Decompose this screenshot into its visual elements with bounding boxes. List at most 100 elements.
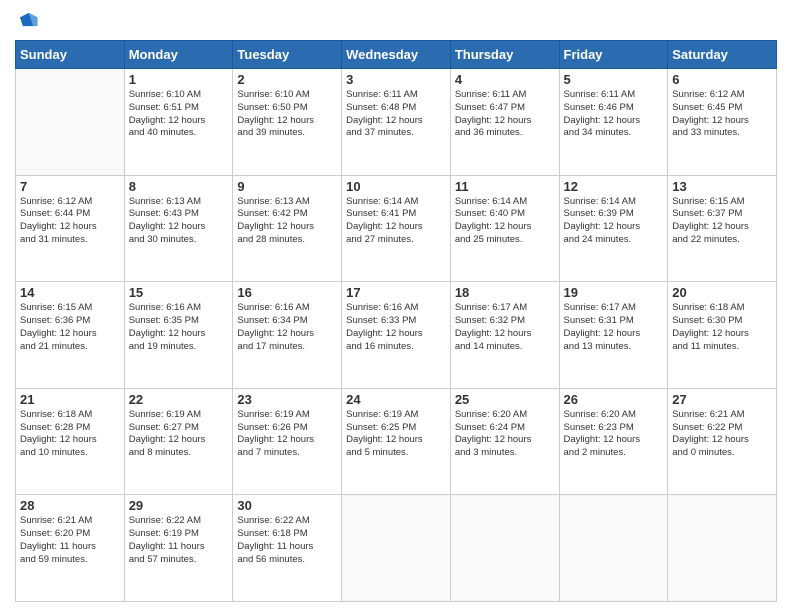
day-info: Sunrise: 6:15 AM Sunset: 6:36 PM Dayligh… <box>20 302 120 353</box>
calendar-cell: 16 Sunrise: 6:16 AM Sunset: 6:34 PM Dayli… <box>233 282 342 389</box>
day-number: 29 <box>129 498 229 513</box>
day-info: Sunrise: 6:19 AM Sunset: 6:25 PM Dayligh… <box>346 409 446 460</box>
calendar-cell: 5 Sunrise: 6:11 AM Sunset: 6:46 PM Daylig… <box>559 69 668 176</box>
calendar-cell: 29 Sunrise: 6:22 AM Sunset: 6:19 PM Dayli… <box>124 495 233 602</box>
day-info: Sunrise: 6:11 AM Sunset: 6:46 PM Dayligh… <box>564 89 664 140</box>
calendar-cell: 18 Sunrise: 6:17 AM Sunset: 6:32 PM Dayli… <box>450 282 559 389</box>
day-info: Sunrise: 6:10 AM Sunset: 6:50 PM Dayligh… <box>237 89 337 140</box>
day-info: Sunrise: 6:19 AM Sunset: 6:27 PM Dayligh… <box>129 409 229 460</box>
day-number: 15 <box>129 285 229 300</box>
day-info: Sunrise: 6:19 AM Sunset: 6:26 PM Dayligh… <box>237 409 337 460</box>
calendar-cell: 3 Sunrise: 6:11 AM Sunset: 6:48 PM Daylig… <box>342 69 451 176</box>
day-info: Sunrise: 6:17 AM Sunset: 6:32 PM Dayligh… <box>455 302 555 353</box>
day-number: 24 <box>346 392 446 407</box>
calendar: SundayMondayTuesdayWednesdayThursdayFrid… <box>15 40 777 602</box>
calendar-cell: 1 Sunrise: 6:10 AM Sunset: 6:51 PM Daylig… <box>124 69 233 176</box>
calendar-cell <box>450 495 559 602</box>
day-info: Sunrise: 6:22 AM Sunset: 6:19 PM Dayligh… <box>129 515 229 566</box>
calendar-cell: 13 Sunrise: 6:15 AM Sunset: 6:37 PM Dayli… <box>668 175 777 282</box>
calendar-cell: 20 Sunrise: 6:18 AM Sunset: 6:30 PM Dayli… <box>668 282 777 389</box>
day-number: 9 <box>237 179 337 194</box>
day-number: 7 <box>20 179 120 194</box>
calendar-cell: 28 Sunrise: 6:21 AM Sunset: 6:20 PM Dayli… <box>16 495 125 602</box>
day-info: Sunrise: 6:14 AM Sunset: 6:40 PM Dayligh… <box>455 196 555 247</box>
calendar-cell: 22 Sunrise: 6:19 AM Sunset: 6:27 PM Dayli… <box>124 388 233 495</box>
calendar-cell: 6 Sunrise: 6:12 AM Sunset: 6:45 PM Daylig… <box>668 69 777 176</box>
weekday-header: Tuesday <box>233 41 342 69</box>
weekday-header-row: SundayMondayTuesdayWednesdayThursdayFrid… <box>16 41 777 69</box>
day-info: Sunrise: 6:22 AM Sunset: 6:18 PM Dayligh… <box>237 515 337 566</box>
calendar-cell: 26 Sunrise: 6:20 AM Sunset: 6:23 PM Dayli… <box>559 388 668 495</box>
weekday-header: Saturday <box>668 41 777 69</box>
day-number: 2 <box>237 72 337 87</box>
day-info: Sunrise: 6:12 AM Sunset: 6:44 PM Dayligh… <box>20 196 120 247</box>
day-number: 20 <box>672 285 772 300</box>
day-number: 5 <box>564 72 664 87</box>
day-number: 11 <box>455 179 555 194</box>
day-info: Sunrise: 6:13 AM Sunset: 6:43 PM Dayligh… <box>129 196 229 247</box>
calendar-cell: 24 Sunrise: 6:19 AM Sunset: 6:25 PM Dayli… <box>342 388 451 495</box>
weekday-header: Sunday <box>16 41 125 69</box>
weekday-header: Monday <box>124 41 233 69</box>
calendar-cell: 2 Sunrise: 6:10 AM Sunset: 6:50 PM Daylig… <box>233 69 342 176</box>
day-info: Sunrise: 6:11 AM Sunset: 6:47 PM Dayligh… <box>455 89 555 140</box>
calendar-cell: 19Sunrise: 6:17 AM Sunset: 6:31 PM Dayli… <box>559 282 668 389</box>
logo <box>15 14 39 32</box>
day-number: 22 <box>129 392 229 407</box>
day-info: Sunrise: 6:20 AM Sunset: 6:23 PM Dayligh… <box>564 409 664 460</box>
calendar-cell: 10 Sunrise: 6:14 AM Sunset: 6:41 PM Dayli… <box>342 175 451 282</box>
day-info: Sunrise: 6:15 AM Sunset: 6:37 PM Dayligh… <box>672 196 772 247</box>
calendar-row: 28 Sunrise: 6:21 AM Sunset: 6:20 PM Dayli… <box>16 495 777 602</box>
day-number: 12 <box>564 179 664 194</box>
day-info: Sunrise: 6:11 AM Sunset: 6:48 PM Dayligh… <box>346 89 446 140</box>
day-info: Sunrise: 6:16 AM Sunset: 6:33 PM Dayligh… <box>346 302 446 353</box>
weekday-header: Thursday <box>450 41 559 69</box>
day-number: 6 <box>672 72 772 87</box>
day-info: Sunrise: 6:13 AM Sunset: 6:42 PM Dayligh… <box>237 196 337 247</box>
day-number: 16 <box>237 285 337 300</box>
calendar-cell: 11 Sunrise: 6:14 AM Sunset: 6:40 PM Dayli… <box>450 175 559 282</box>
day-number: 14 <box>20 285 120 300</box>
page-container: SundayMondayTuesdayWednesdayThursdayFrid… <box>0 0 792 612</box>
day-info: Sunrise: 6:12 AM Sunset: 6:45 PM Dayligh… <box>672 89 772 140</box>
weekday-header: Wednesday <box>342 41 451 69</box>
day-info: Sunrise: 6:16 AM Sunset: 6:35 PM Dayligh… <box>129 302 229 353</box>
day-number: 17 <box>346 285 446 300</box>
day-number: 1 <box>129 72 229 87</box>
calendar-cell: 9 Sunrise: 6:13 AM Sunset: 6:42 PM Daylig… <box>233 175 342 282</box>
day-info: Sunrise: 6:16 AM Sunset: 6:34 PM Dayligh… <box>237 302 337 353</box>
day-number: 18 <box>455 285 555 300</box>
day-number: 25 <box>455 392 555 407</box>
calendar-cell <box>342 495 451 602</box>
weekday-header: Friday <box>559 41 668 69</box>
day-info: Sunrise: 6:21 AM Sunset: 6:20 PM Dayligh… <box>20 515 120 566</box>
day-number: 28 <box>20 498 120 513</box>
day-number: 13 <box>672 179 772 194</box>
day-info: Sunrise: 6:20 AM Sunset: 6:24 PM Dayligh… <box>455 409 555 460</box>
calendar-cell: 17 Sunrise: 6:16 AM Sunset: 6:33 PM Dayli… <box>342 282 451 389</box>
day-number: 3 <box>346 72 446 87</box>
calendar-row: 21Sunrise: 6:18 AM Sunset: 6:28 PM Dayli… <box>16 388 777 495</box>
day-number: 10 <box>346 179 446 194</box>
day-number: 26 <box>564 392 664 407</box>
calendar-cell: 7 Sunrise: 6:12 AM Sunset: 6:44 PM Daylig… <box>16 175 125 282</box>
day-info: Sunrise: 6:10 AM Sunset: 6:51 PM Dayligh… <box>129 89 229 140</box>
calendar-cell: 27 Sunrise: 6:21 AM Sunset: 6:22 PM Dayli… <box>668 388 777 495</box>
day-info: Sunrise: 6:14 AM Sunset: 6:41 PM Dayligh… <box>346 196 446 247</box>
logo-icon <box>17 10 39 32</box>
calendar-cell: 30 Sunrise: 6:22 AM Sunset: 6:18 PM Dayli… <box>233 495 342 602</box>
calendar-cell: 25 Sunrise: 6:20 AM Sunset: 6:24 PM Dayli… <box>450 388 559 495</box>
day-number: 4 <box>455 72 555 87</box>
day-number: 8 <box>129 179 229 194</box>
calendar-row: 1 Sunrise: 6:10 AM Sunset: 6:51 PM Daylig… <box>16 69 777 176</box>
day-info: Sunrise: 6:18 AM Sunset: 6:30 PM Dayligh… <box>672 302 772 353</box>
day-number: 30 <box>237 498 337 513</box>
calendar-cell: 14 Sunrise: 6:15 AM Sunset: 6:36 PM Dayli… <box>16 282 125 389</box>
day-number: 27 <box>672 392 772 407</box>
day-number: 21 <box>20 392 120 407</box>
calendar-cell: 4 Sunrise: 6:11 AM Sunset: 6:47 PM Daylig… <box>450 69 559 176</box>
calendar-cell: 23Sunrise: 6:19 AM Sunset: 6:26 PM Dayli… <box>233 388 342 495</box>
calendar-cell <box>16 69 125 176</box>
day-info: Sunrise: 6:21 AM Sunset: 6:22 PM Dayligh… <box>672 409 772 460</box>
calendar-cell: 21Sunrise: 6:18 AM Sunset: 6:28 PM Dayli… <box>16 388 125 495</box>
